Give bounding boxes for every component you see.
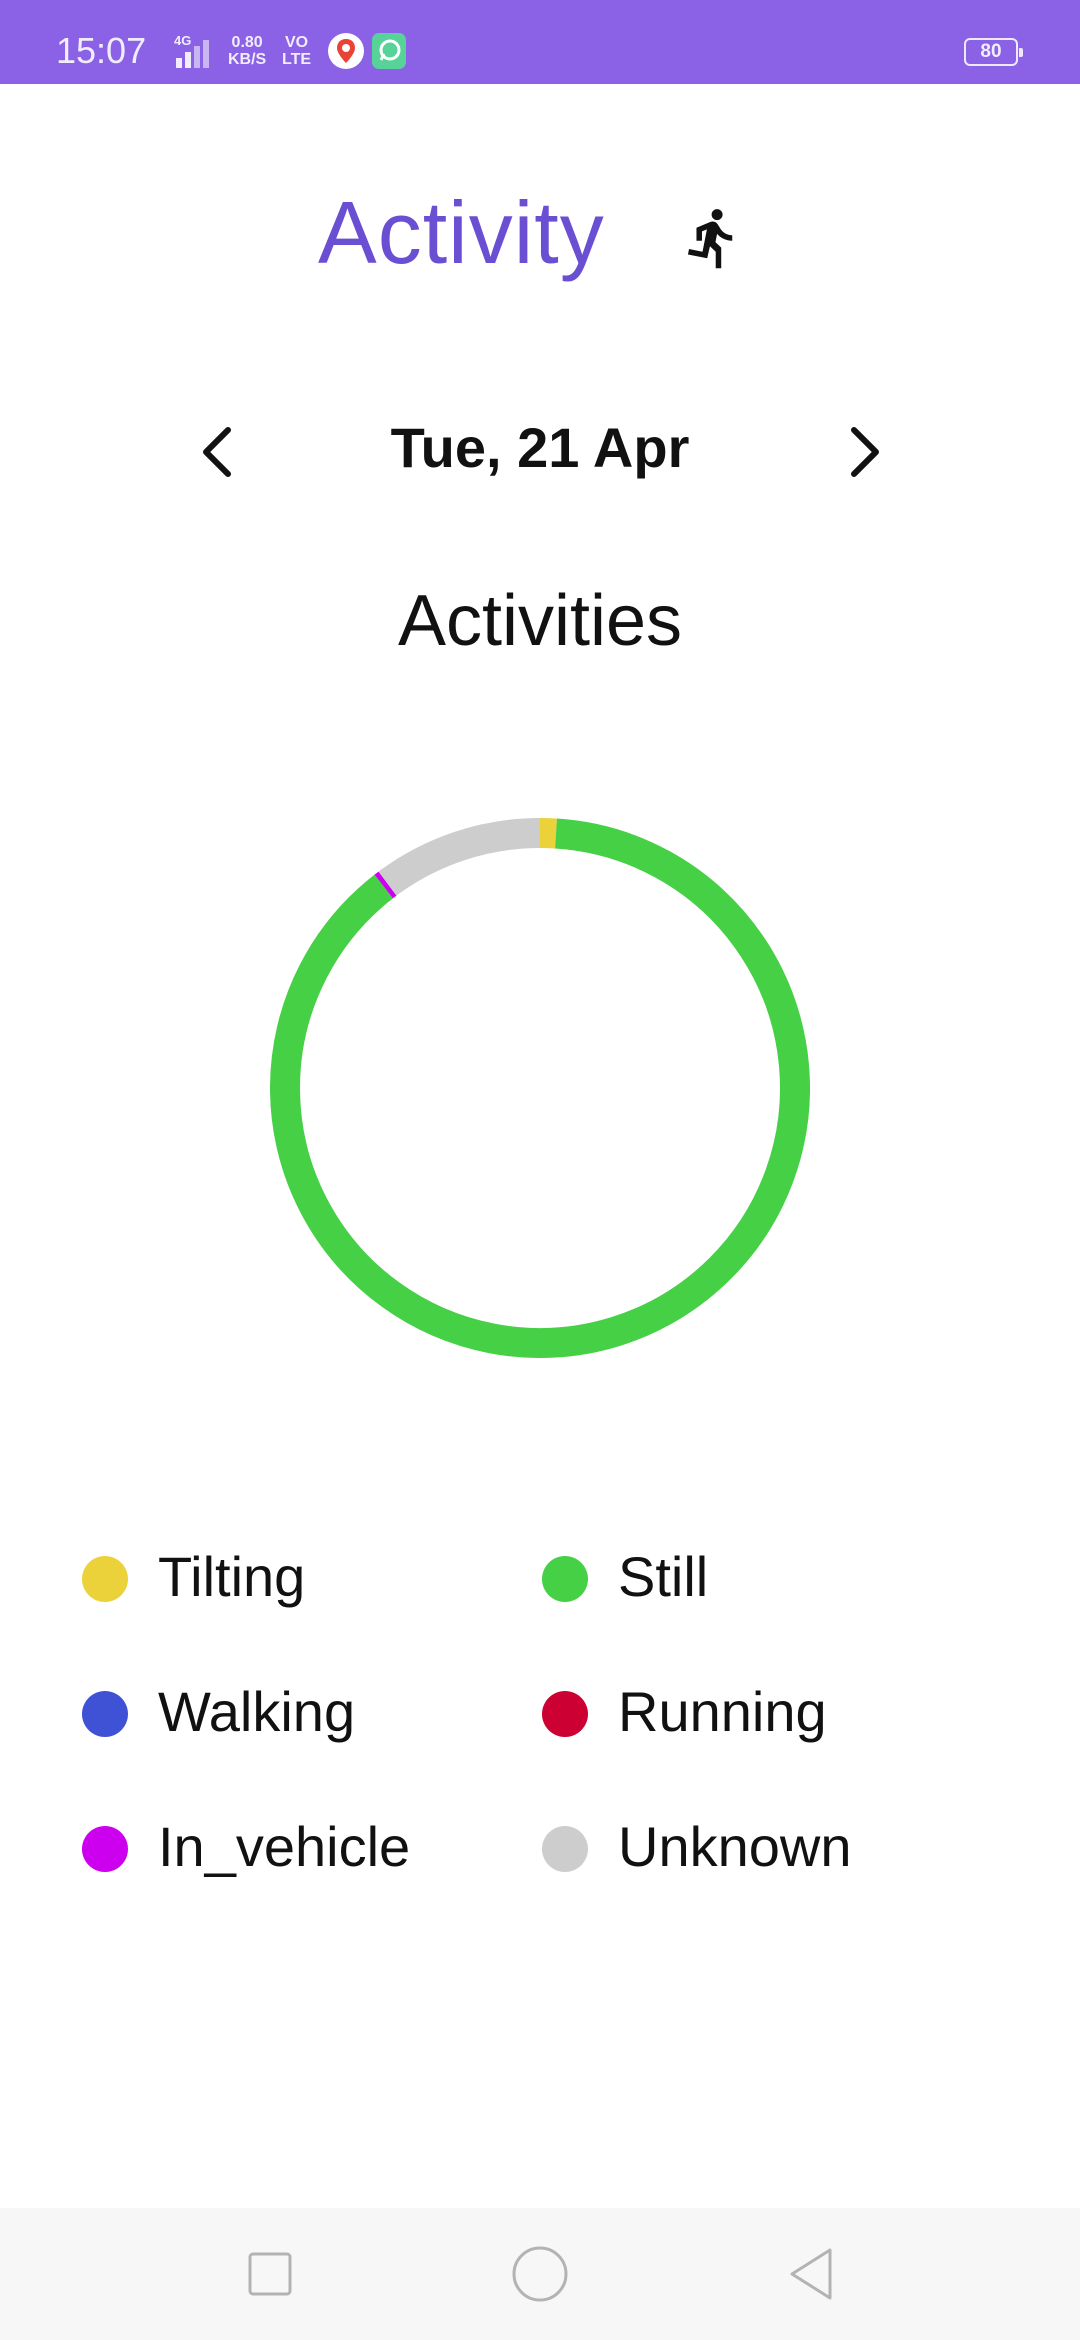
data-speed-unit: KB/S	[228, 51, 267, 68]
legend-label-walking: Walking	[158, 1680, 356, 1743]
chevron-right-icon	[851, 427, 879, 477]
recents-square-icon[interactable]	[240, 2244, 300, 2304]
back-triangle-icon[interactable]	[780, 2244, 840, 2304]
previous-day-button[interactable]	[190, 420, 246, 484]
signal-icon: 4G	[174, 33, 209, 68]
donut-slice-unknown	[378, 818, 541, 896]
status-bar: 15:07 4G 0.80 KB/S VO LTE 80	[0, 0, 1080, 84]
volte-bottom: LTE	[282, 51, 312, 68]
maps-app-icon	[328, 33, 364, 69]
data-speed: 0.80 KB/S	[228, 34, 266, 68]
donut-slice-tilting	[539, 818, 557, 849]
section-title: Activities	[397, 581, 683, 661]
status-time: 15:07	[56, 30, 147, 71]
legend-dot-walking	[82, 1691, 128, 1737]
volte-indicator: VO LTE	[282, 34, 311, 68]
legend-dot-unknown	[542, 1826, 588, 1872]
legend-label-still: Still	[618, 1545, 709, 1608]
donut-slice-still	[270, 818, 810, 1358]
legend-dot-tilting	[82, 1556, 128, 1602]
legend-dot-still	[542, 1556, 588, 1602]
legend-label-running: Running	[618, 1680, 827, 1743]
page-title: Activity	[318, 183, 605, 282]
legend-dot-running	[542, 1691, 588, 1737]
next-day-button[interactable]	[836, 420, 892, 484]
legend-label-in-vehicle: In_vehicle	[158, 1815, 411, 1878]
donut-slice-in-vehicle	[374, 871, 397, 899]
battery-icon: 80	[964, 38, 1023, 66]
network-type-label: 4G	[174, 33, 191, 48]
chat-app-icon	[372, 33, 406, 69]
chevron-left-icon	[203, 427, 231, 477]
running-person-icon	[687, 209, 733, 269]
home-circle-icon[interactable]	[510, 2244, 570, 2304]
legend-label-tilting: Tilting	[158, 1545, 306, 1608]
system-nav-bar	[0, 2208, 1080, 2340]
data-speed-value: 0.80	[231, 34, 263, 51]
header: Activity	[0, 170, 1080, 300]
volte-top: VO	[284, 34, 309, 51]
date-label: Tue, 21 Apr	[390, 416, 690, 479]
activities-donut-chart	[270, 818, 810, 1358]
legend-dot-in-vehicle	[82, 1826, 128, 1872]
legend-label-unknown: Unknown	[618, 1815, 852, 1878]
